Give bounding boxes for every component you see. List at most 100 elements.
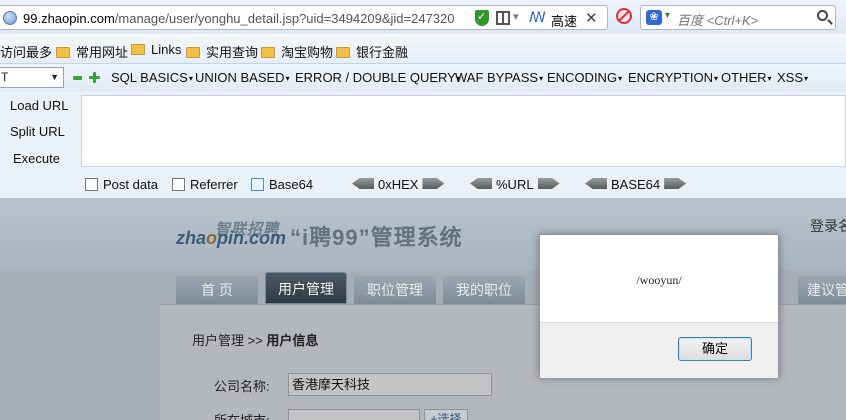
breadcrumb-parent[interactable]: 用户管理 >>	[192, 333, 266, 348]
address-url[interactable]: 99.zhaopin.com/manage/user/yonghu_detail…	[23, 11, 457, 26]
bookmark-label: 淘宝购物	[281, 45, 334, 60]
city-field[interactable]	[288, 409, 420, 420]
tab-suggestions[interactable]: 建议管	[798, 276, 846, 304]
dropdown-arrow-icon: ▾	[714, 74, 719, 83]
menu-label: ERROR / DOUBLE QUERY	[295, 70, 456, 85]
chevron-down-icon[interactable]: ▾	[513, 10, 519, 23]
arrow-right-icon[interactable]	[664, 178, 687, 189]
post-data-checkbox[interactable]: Post data	[85, 177, 158, 192]
company-name-field[interactable]: 香港摩天科技	[288, 373, 492, 396]
dropdown-arrow-icon: ▾	[767, 74, 772, 83]
bookmark-label: Links	[151, 42, 182, 57]
bookmark-queries[interactable]: 实用查询	[186, 42, 258, 61]
tab-job-management[interactable]: 职位管理	[354, 276, 436, 304]
bookmark-label: 访问最多	[0, 45, 53, 60]
encoder-label: BASE64	[611, 177, 661, 192]
menu-sql-basics[interactable]: SQL BASICS▾	[111, 70, 193, 85]
url-host: 99.zhaopin.com	[23, 11, 115, 26]
url-encode-control[interactable]: %URL	[470, 177, 560, 192]
base64-checkbox[interactable]: Base64	[251, 177, 313, 192]
menu-label: SQL BASICS	[111, 70, 188, 85]
referrer-checkbox[interactable]: Referrer	[172, 177, 238, 192]
browser-navigation-bar: 99.zhaopin.com/manage/user/yonghu_detail…	[0, 0, 846, 34]
bookmark-links[interactable]: Links	[131, 42, 181, 57]
dropdown-arrow-icon: ▾	[539, 74, 544, 83]
bookmark-label: 银行金融	[356, 45, 409, 60]
dropdown-arrow-icon: ▾	[188, 74, 193, 83]
adblock-icon[interactable]	[616, 8, 632, 24]
checkbox-label: Base64	[269, 177, 314, 192]
hackbar-version-select[interactable]: T ▼	[0, 67, 64, 88]
checkbox-box[interactable]	[251, 178, 264, 191]
bookmark-most-visited[interactable]: 访问最多	[0, 42, 52, 61]
menu-encoding[interactable]: ENCODING▾	[547, 70, 622, 85]
load-url-button[interactable]: Load URL	[10, 98, 69, 113]
alert-footer: 确定	[540, 322, 778, 378]
execute-button[interactable]: Execute	[13, 151, 60, 166]
close-icon[interactable]: ✕	[585, 9, 598, 27]
login-name-label: 登录名	[810, 218, 846, 234]
menu-xss[interactable]: XSS▾	[777, 70, 808, 85]
baidu-paw-icon[interactable]: ❀	[646, 10, 662, 25]
breadcrumb-current: 用户信息	[266, 333, 319, 348]
select-city-button[interactable]: +选择	[424, 409, 468, 420]
menu-label: XSS	[777, 70, 804, 85]
security-shield-icon[interactable]	[475, 10, 489, 26]
hackbar-url-textarea[interactable]	[81, 95, 846, 167]
menu-label: OTHER	[721, 70, 767, 85]
folder-icon	[131, 44, 145, 55]
folder-icon	[336, 47, 350, 58]
logo-text: zha	[176, 228, 207, 248]
menu-label: WAF BYPASS	[455, 70, 539, 85]
dropdown-arrow-icon: ▾	[618, 74, 623, 83]
city-label: 所在城市:	[214, 410, 270, 420]
menu-other[interactable]: OTHER▾	[721, 70, 772, 85]
checkbox-box[interactable]	[85, 178, 98, 191]
tab-my-jobs[interactable]: 我的职位	[443, 276, 525, 304]
split-url-button[interactable]: Split URL	[10, 124, 65, 139]
company-name-label: 公司名称:	[214, 379, 270, 394]
search-placeholder: 百度 <Ctrl+K>	[677, 13, 759, 28]
tab-home[interactable]: 首 页	[176, 276, 258, 304]
hackbar-toolbar: T ▼ SQL BASICS▾ UNION BASED▾ ERROR / DOUB…	[0, 64, 846, 92]
checkbox-label: Post data	[103, 177, 158, 192]
address-bar[interactable]: 99.zhaopin.com/manage/user/yonghu_detail…	[0, 5, 608, 30]
arrow-right-icon[interactable]	[537, 178, 560, 189]
arrow-left-icon[interactable]	[470, 178, 492, 189]
arrow-right-icon[interactable]	[422, 178, 445, 189]
folder-icon	[56, 47, 70, 58]
speed-mode-icon[interactable]: ꟿ	[529, 9, 546, 26]
search-icon[interactable]	[817, 10, 828, 21]
bookmark-common-sites[interactable]: 常用网址	[56, 42, 128, 61]
select-value: T	[1, 70, 9, 84]
menu-error-double-query[interactable]: ERROR / DOUBLE QUERY▾	[295, 70, 461, 85]
site-logo[interactable]: zhaopin.com	[176, 228, 286, 249]
bookmark-banking[interactable]: 银行金融	[336, 42, 408, 61]
alert-message: /wooyun/	[636, 273, 682, 287]
folder-icon	[261, 47, 275, 58]
increase-icon[interactable]	[89, 72, 100, 83]
hex-encode-control[interactable]: 0xHEX	[352, 177, 445, 192]
search-input[interactable]: ❀ ▾ 百度 <Ctrl+K>	[640, 5, 836, 30]
arrow-left-icon[interactable]	[585, 178, 607, 189]
checkbox-box[interactable]	[172, 178, 185, 191]
menu-union-based[interactable]: UNION BASED▾	[195, 70, 290, 85]
base64-encode-control[interactable]: BASE64	[585, 177, 687, 192]
speed-mode-label[interactable]: 高速	[551, 11, 577, 30]
chevron-down-icon: ▼	[50, 72, 59, 82]
bookmark-taobao[interactable]: 淘宝购物	[261, 42, 333, 61]
folder-icon	[186, 47, 200, 58]
encoder-label: 0xHEX	[378, 177, 419, 192]
qr-code-icon[interactable]	[496, 11, 510, 25]
ok-button[interactable]: 确定	[678, 337, 752, 361]
search-engine-dropdown-icon[interactable]: ▾	[665, 10, 670, 21]
menu-waf-bypass[interactable]: WAF BYPASS▾	[455, 70, 543, 85]
arrow-left-icon[interactable]	[352, 178, 374, 189]
bookmark-label: 常用网址	[76, 45, 129, 60]
checkbox-label: Referrer	[190, 177, 238, 192]
tab-user-management[interactable]: 用户管理	[265, 272, 347, 304]
decrease-icon[interactable]	[73, 76, 82, 80]
menu-label: ENCRYPTION	[628, 70, 713, 85]
url-path: /manage/user/yonghu_detail.jsp?uid=34942…	[114, 11, 455, 26]
menu-encryption[interactable]: ENCRYPTION▾	[628, 70, 718, 85]
